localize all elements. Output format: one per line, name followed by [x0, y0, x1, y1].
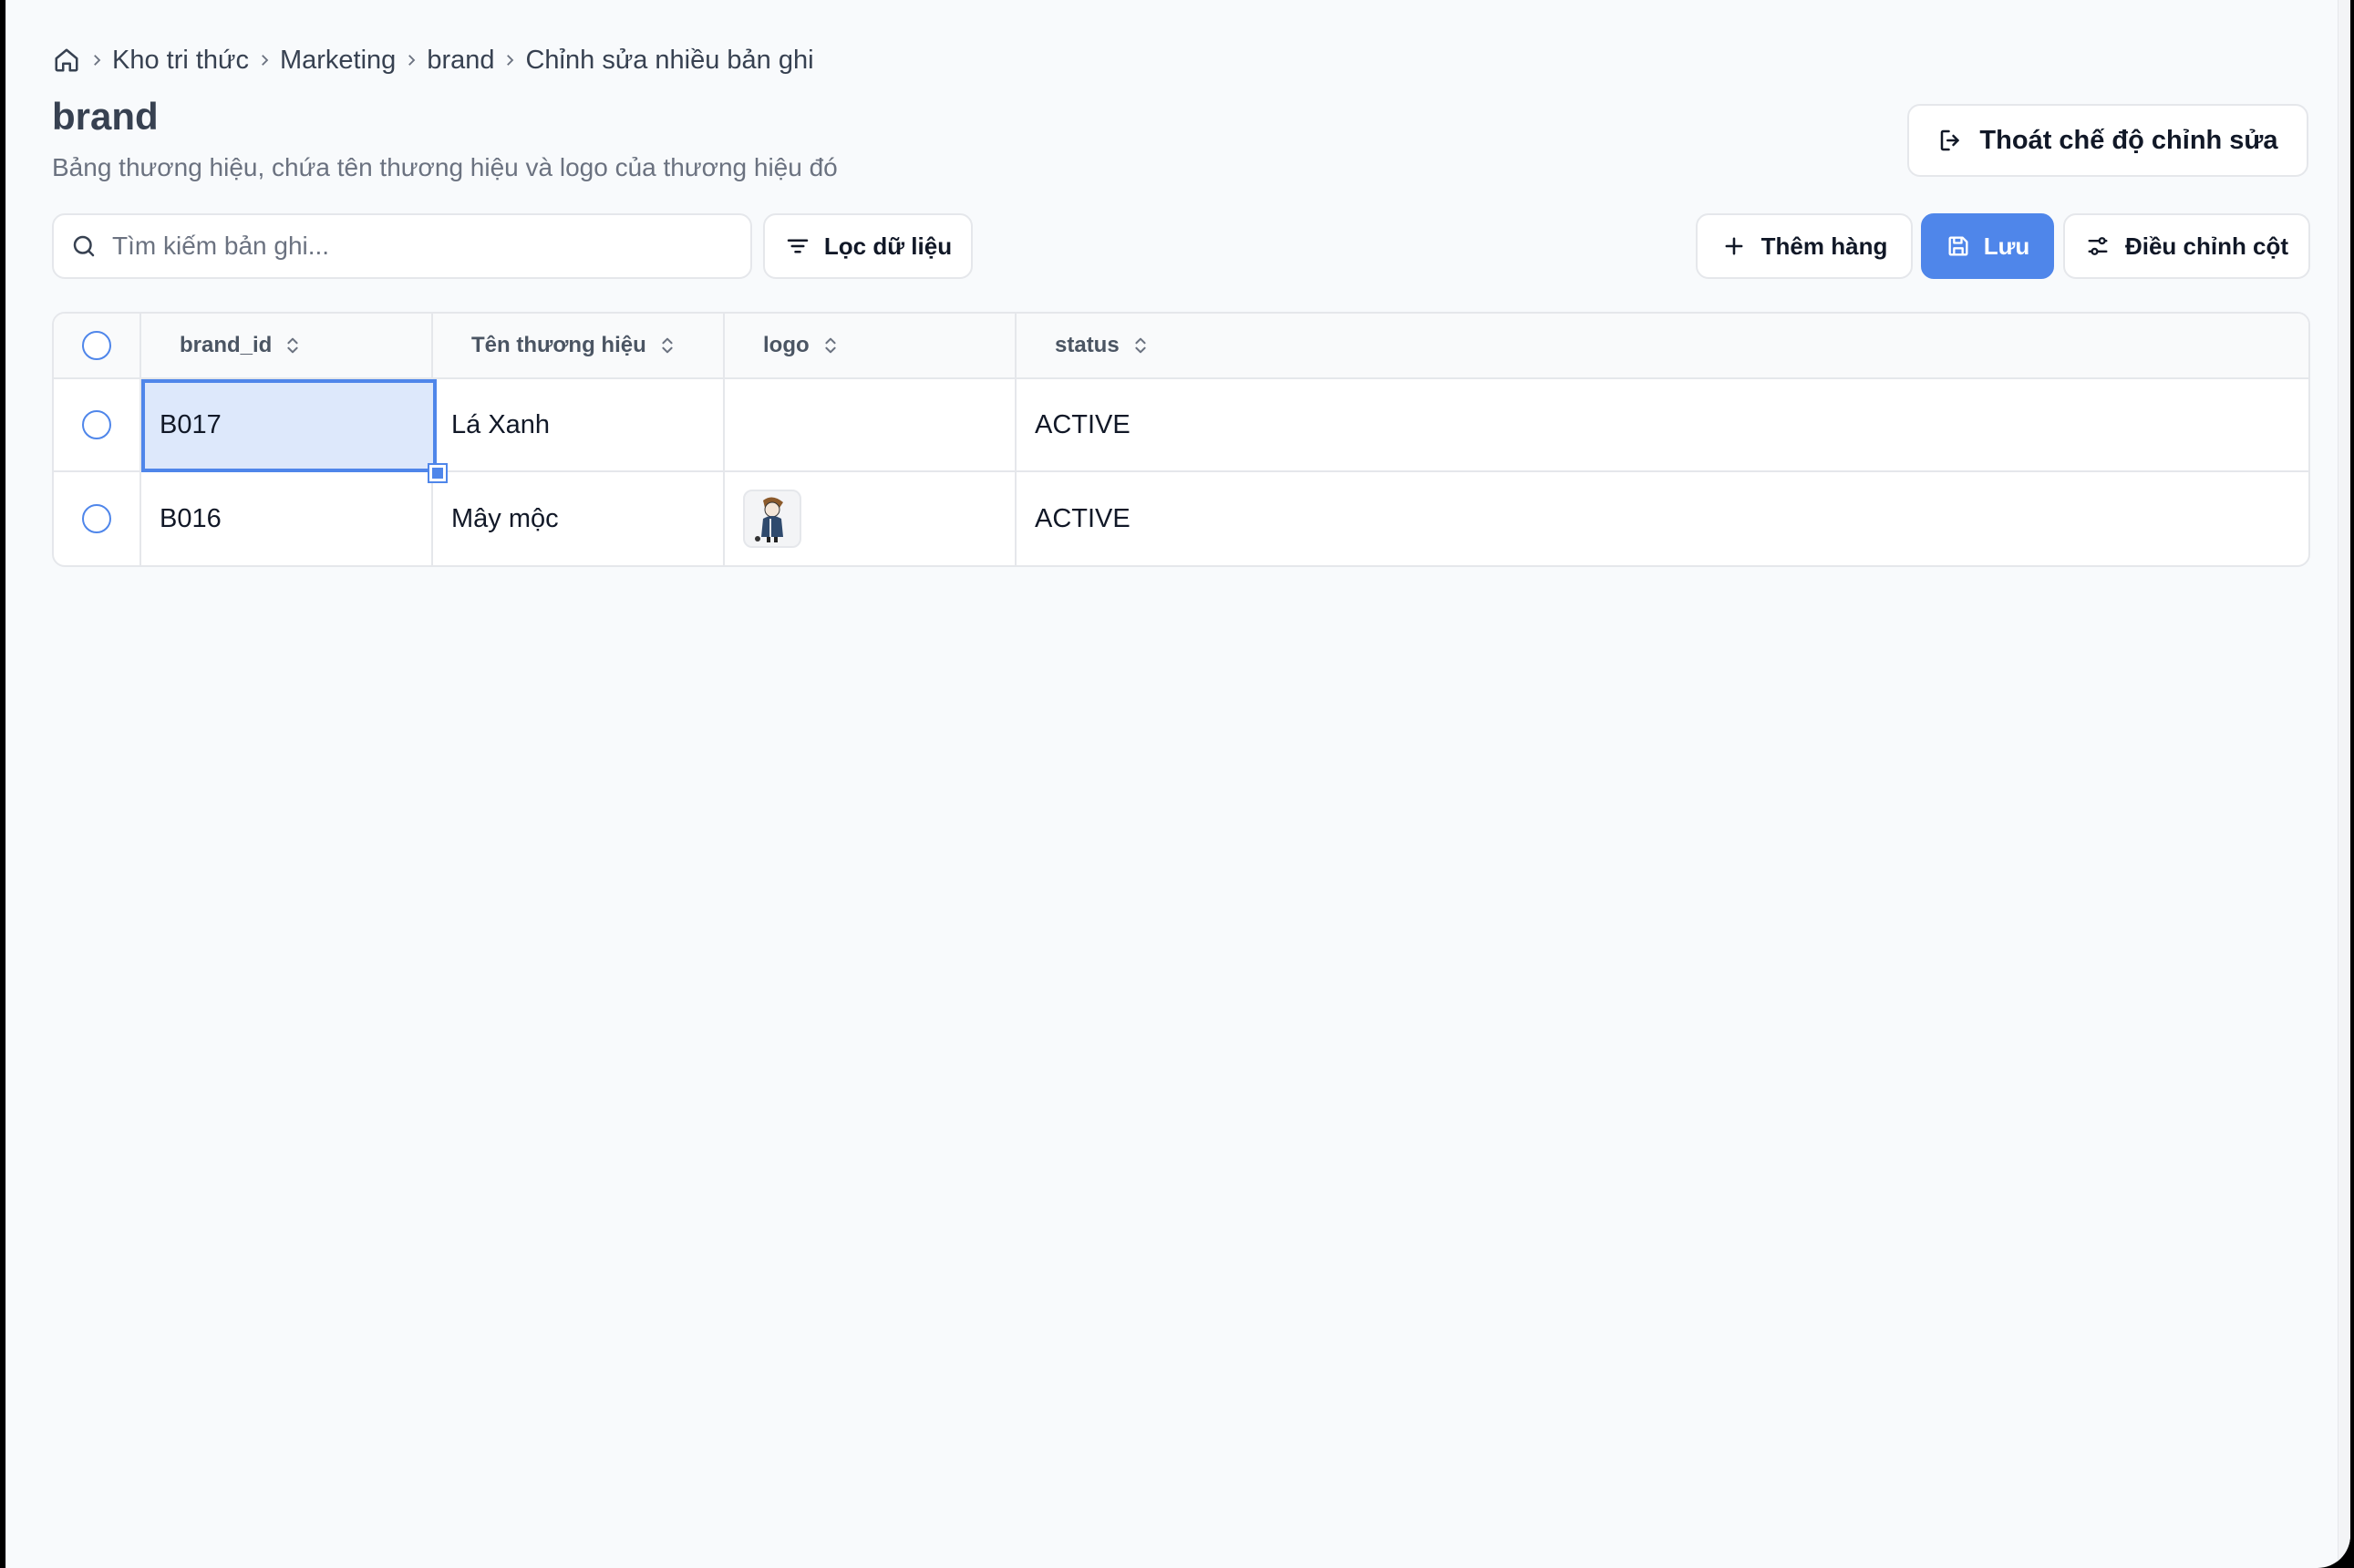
filter-data-button[interactable]: Lọc dữ liệu [763, 213, 973, 279]
page-title: brand [52, 95, 159, 138]
log-out-icon [1941, 129, 1960, 151]
table-row: B016 Mây mộc ACTIVE [54, 472, 2308, 565]
breadcrumb-item-brand[interactable]: brand [427, 46, 494, 76]
cell-text: Mây mộc [451, 503, 559, 533]
sort-icon[interactable] [283, 334, 303, 357]
cell-text: ACTIVE [1035, 503, 1131, 533]
save-icon [1948, 236, 1968, 256]
cell-logo[interactable] [725, 379, 1017, 470]
row-select-radio[interactable] [82, 410, 111, 439]
sort-icon[interactable] [657, 334, 677, 357]
cell-text: Lá Xanh [451, 409, 551, 439]
selected-cell-editor[interactable]: B017 [141, 379, 437, 472]
window-right-edge [2338, 0, 2350, 1568]
plus-icon [1725, 237, 1743, 255]
cell-brand-name[interactable]: Lá Xanh [433, 379, 725, 470]
page-description: Bảng thương hiệu, chứa tên thương hiệu v… [52, 153, 838, 181]
breadcrumb: Kho tri thức Marketing brand Chỉnh sửa n… [52, 40, 814, 80]
sort-icon[interactable] [821, 334, 841, 357]
cell-text: ACTIVE [1035, 409, 1131, 439]
cell-status[interactable]: ACTIVE [1017, 379, 2308, 470]
column-header-label: brand_id [180, 333, 273, 357]
chevron-right-icon [396, 52, 427, 68]
chevron-right-icon [494, 52, 525, 68]
add-row-label: Thêm hàng [1760, 232, 1888, 260]
exit-edit-mode-label: Thoát chế độ chỉnh sửa [1979, 125, 2278, 155]
save-label: Lưu [1983, 232, 2030, 260]
search-box[interactable] [52, 213, 752, 279]
select-all-radio[interactable] [82, 331, 111, 360]
exit-edit-mode-button[interactable]: Thoát chế độ chỉnh sửa [1907, 104, 2308, 177]
breadcrumb-item-current: Chỉnh sửa nhiều bản ghi [525, 45, 814, 75]
column-header-logo[interactable]: logo [725, 314, 1017, 377]
chevron-right-icon [249, 52, 280, 68]
breadcrumb-item-marketing[interactable]: Marketing [280, 46, 396, 76]
save-button[interactable]: Lưu [1921, 213, 2054, 279]
app-window: Kho tri thức Marketing brand Chỉnh sửa n… [5, 0, 2350, 1568]
add-row-button[interactable]: Thêm hàng [1696, 213, 1913, 279]
column-header-label: Tên thương hiệu [471, 333, 646, 357]
chevron-right-icon [81, 52, 112, 68]
brand-table: brand_id Tên thương hiệu logo status Lá … [52, 312, 2310, 567]
fill-handle[interactable] [428, 463, 448, 483]
breadcrumb-item-knowledge-base[interactable]: Kho tri thức [112, 46, 249, 76]
cell-text: B017 [160, 410, 222, 439]
cell-logo[interactable] [725, 472, 1017, 565]
brand-logo-image[interactable] [743, 490, 801, 548]
search-input[interactable] [112, 232, 714, 261]
column-header-brand-id[interactable]: brand_id [141, 314, 433, 377]
adjust-columns-button[interactable]: Điều chỉnh cột [2063, 213, 2310, 279]
row-select-cell [54, 379, 141, 470]
sort-icon[interactable] [1131, 334, 1151, 357]
cell-brand-id[interactable]: B016 [141, 472, 433, 565]
table-header-row: brand_id Tên thương hiệu logo status [54, 314, 2308, 379]
filter-data-label: Lọc dữ liệu [823, 232, 953, 260]
row-select-cell [54, 472, 141, 565]
home-icon[interactable] [52, 46, 81, 75]
column-header-label: status [1055, 333, 1120, 357]
filter-lines-icon [787, 239, 809, 253]
cell-brand-name[interactable]: Mây mộc [433, 472, 725, 565]
row-select-radio[interactable] [82, 504, 111, 533]
cell-status[interactable]: ACTIVE [1017, 472, 2308, 565]
column-header-brand-name[interactable]: Tên thương hiệu [433, 314, 725, 377]
adjust-columns-label: Điều chỉnh cột [2124, 232, 2289, 260]
sliders-icon [2088, 237, 2108, 255]
column-header-label: logo [763, 333, 810, 357]
cell-text: B016 [160, 503, 222, 533]
header-select-cell [54, 314, 141, 377]
column-header-status[interactable]: status [1017, 314, 2308, 377]
search-icon [73, 235, 95, 257]
